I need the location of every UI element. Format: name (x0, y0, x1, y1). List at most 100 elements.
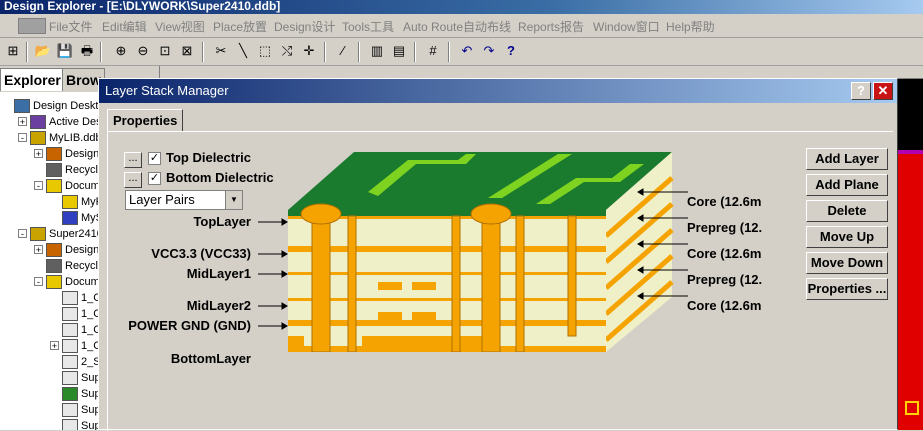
dialog-title-bar[interactable]: Layer Stack Manager ? ✕ (99, 79, 897, 103)
app-menu-icon[interactable] (18, 18, 46, 34)
print-icon[interactable]: 🖶 (78, 42, 96, 60)
bottom-dielectric-ellipsis-button[interactable]: ... (124, 172, 142, 188)
open-folder-icon[interactable]: 📂 (34, 42, 52, 60)
document-icon (62, 291, 78, 306)
zoom-area-icon[interactable]: ⊡ (156, 42, 174, 60)
sch-lib-icon (62, 211, 78, 226)
help-icon[interactable]: ? (502, 42, 520, 60)
redo-icon[interactable]: ↷ (480, 42, 498, 60)
document-icon (62, 339, 78, 354)
expand-icon[interactable]: + (50, 341, 59, 351)
menu-bar: File文件 Edit编辑 View视图 Place放置 Design设计 Tools工具… (0, 14, 923, 38)
tab-properties[interactable]: Properties (107, 109, 184, 132)
chevron-down-icon[interactable]: ▼ (225, 191, 242, 209)
menu-item[interactable]: Reports报告 (518, 18, 584, 35)
menu-item[interactable]: Help帮助 (666, 18, 715, 35)
move-up-button[interactable]: Move Up (806, 226, 888, 248)
layer-label-toplayer: TopLayer (193, 214, 251, 229)
pcb-pad (905, 401, 919, 415)
help-button[interactable]: ? (851, 82, 871, 100)
grid-icon[interactable]: # (424, 42, 442, 60)
menu-item[interactable]: Tools工具 (342, 18, 394, 35)
recycle-icon (46, 259, 62, 274)
pcb-trace (898, 150, 923, 154)
cut-icon[interactable]: ✂ (212, 42, 230, 60)
dialog-title: Layer Stack Manager (105, 83, 229, 98)
layer-label-midlayer1: MidLayer1 (186, 266, 251, 281)
add-plane-button[interactable]: Add Plane (806, 174, 888, 196)
design-team-icon (46, 243, 62, 258)
deselect-icon[interactable]: ⤭ (278, 42, 296, 60)
menu-item[interactable]: Auto Route自动布线 (403, 18, 511, 35)
expand-icon[interactable]: + (34, 149, 43, 159)
menu-item[interactable]: Design设计 (274, 18, 335, 35)
tree-item[interactable]: 1_C (62, 338, 101, 354)
tab-explorer[interactable]: Explorer (0, 68, 65, 91)
layer-pairs-select[interactable]: Layer Pairs ▼ (125, 190, 243, 210)
expand-icon[interactable]: + (18, 117, 27, 127)
top-dielectric-ellipsis-button[interactable]: ... (124, 152, 142, 168)
pcb-mode-icon[interactable]: ⊞ (4, 42, 22, 60)
save-icon[interactable]: 💾 (56, 42, 74, 60)
expand-icon[interactable]: + (34, 245, 43, 255)
database-icon (30, 227, 46, 242)
zoom-out-icon[interactable]: ⊖ (134, 42, 152, 60)
move-down-button[interactable]: Move Down (806, 252, 888, 274)
menu-item[interactable]: Window窗口 (593, 18, 660, 35)
dielectric-label-core-1: Core (12.6m (687, 194, 762, 209)
document-icon (62, 371, 78, 386)
route-icon[interactable]: ╲ (234, 42, 252, 60)
menu-item[interactable]: View视图 (155, 18, 205, 35)
tree-item[interactable]: 1_C (62, 322, 101, 338)
move-icon[interactable]: ✛ (300, 42, 318, 60)
menu-item[interactable]: File文件 (49, 18, 92, 35)
close-button[interactable]: ✕ (873, 82, 893, 100)
layer-label-vcc33: VCC3.3 (VCC33) (151, 246, 251, 261)
toolbar-separator (202, 42, 204, 62)
left-pointer-arrows (258, 218, 288, 330)
toolbar: ⊞ 📂 💾 🖶 ⊕ ⊖ ⊡ ⊠ ✂ ╲ ⬚ ⤭ ✛ ⁄ ▥ ▤ # ↶ ↷ ? (0, 38, 923, 66)
document-icon (62, 403, 78, 418)
collapse-icon[interactable]: - (34, 181, 43, 191)
menu-item[interactable]: Edit编辑 (102, 18, 147, 35)
database-icon (30, 131, 46, 146)
tree-item[interactable]: MyP (62, 194, 103, 210)
tree-item[interactable]: 1_C (62, 290, 101, 306)
layer-stack-illustration (258, 152, 688, 352)
menu-item[interactable]: Place放置 (213, 18, 267, 35)
browse-library-icon[interactable]: ▤ (390, 42, 408, 60)
properties-button[interactable]: Properties ... (806, 278, 888, 300)
document-icon (62, 323, 78, 338)
tree-item[interactable]: MyS (62, 210, 103, 226)
select-area-icon[interactable]: ⬚ (256, 42, 274, 60)
zoom-fit-icon[interactable]: ⊠ (178, 42, 196, 60)
pcb-icon (62, 387, 78, 402)
delete-button[interactable]: Delete (806, 200, 888, 222)
folder-icon (46, 179, 62, 194)
recycle-icon (46, 163, 62, 178)
dielectric-label-prepreg-2: Prepreg (12. (687, 272, 763, 287)
folder-icon (46, 275, 62, 290)
tree-item[interactable]: Recycle (46, 258, 104, 274)
design-icon (30, 115, 46, 130)
dielectric-label-core-2: Core (12.6m (687, 246, 762, 261)
bottom-dielectric-checkbox[interactable]: ✓ (148, 172, 161, 185)
pcb-board-edge (898, 150, 923, 430)
dielectric-label-prepreg-1: Prepreg (12. (687, 220, 763, 235)
tree-item[interactable]: Design Desktop (14, 98, 111, 114)
window-title: Design Explorer - [E:\DLYWORK\Super2410.… (4, 0, 281, 13)
tree-item[interactable]: MyLIB.ddb (30, 130, 102, 146)
tree-item[interactable]: Recycle (46, 162, 104, 178)
undo-icon[interactable]: ↶ (458, 42, 476, 60)
add-layer-button[interactable]: Add Layer (806, 148, 888, 170)
wand-icon[interactable]: ⁄ (334, 42, 352, 60)
top-dielectric-checkbox[interactable]: ✓ (148, 152, 161, 165)
collapse-icon[interactable]: - (18, 229, 27, 239)
collapse-icon[interactable]: - (34, 277, 43, 287)
library-icon[interactable]: ▥ (368, 42, 386, 60)
tree-item[interactable]: 1_C (62, 306, 101, 322)
toolbar-separator (414, 42, 416, 62)
collapse-icon[interactable]: - (18, 133, 27, 143)
zoom-in-icon[interactable]: ⊕ (112, 42, 130, 60)
document-icon (62, 307, 78, 322)
